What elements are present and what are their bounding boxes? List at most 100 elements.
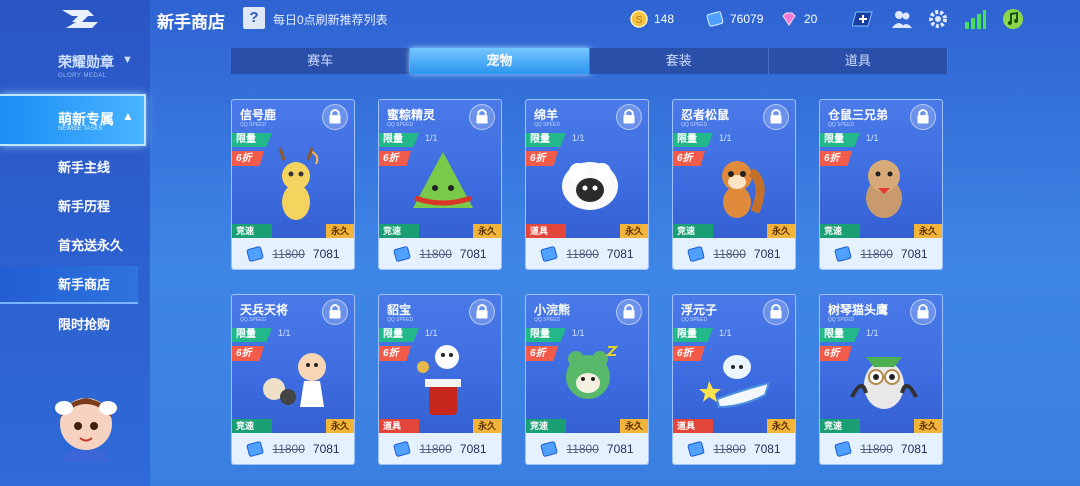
original-price: 11800 bbox=[713, 246, 746, 261]
tab-items[interactable]: 道具 bbox=[768, 48, 948, 74]
pet-card[interactable]: 信号鹿 QQ SPEED 限量 6折 竞速 永久 11800 7081 bbox=[231, 99, 355, 270]
voucher-icon bbox=[247, 440, 264, 457]
duration-tag: 永久 bbox=[767, 224, 795, 239]
preview-icon[interactable] bbox=[910, 299, 936, 325]
preview-icon[interactable] bbox=[469, 104, 495, 130]
pet-card[interactable]: 树琴猫头鹰 QQ SPEED 限量 1/1 6折 竞速 永久 11800 7081 bbox=[819, 294, 943, 465]
svg-text:S: S bbox=[636, 15, 643, 26]
chevron-up-icon: ▲ bbox=[122, 109, 134, 123]
gold-coin-counter: S 148 bbox=[630, 10, 674, 28]
tab-outfits[interactable]: 套装 bbox=[589, 48, 769, 74]
preview-icon[interactable] bbox=[763, 104, 789, 130]
help-button[interactable]: ? bbox=[243, 7, 265, 29]
pet-card[interactable]: 天兵天将 QQ SPEED 限量 1/1 6折 竞速 永久 11800 7081 bbox=[231, 294, 355, 465]
duration-tag: 永久 bbox=[914, 419, 942, 434]
price-bar[interactable]: 11800 7081 bbox=[673, 433, 795, 464]
original-price: 11800 bbox=[272, 441, 305, 456]
duration-tag: 永久 bbox=[326, 419, 354, 434]
sale-price: 7081 bbox=[900, 441, 928, 456]
preview-icon[interactable] bbox=[616, 104, 642, 130]
price-bar[interactable]: 11800 7081 bbox=[673, 238, 795, 269]
preview-icon[interactable] bbox=[910, 104, 936, 130]
pet-card[interactable]: 蜜粽精灵 QQ SPEED 限量 1/1 6折 竞速 永久 11800 7081 bbox=[378, 99, 502, 270]
pet-image bbox=[562, 162, 618, 210]
pet-card[interactable]: 貂宝 QQ SPEED 限量 1/1 6折 道具 永久 11800 7081 bbox=[378, 294, 502, 465]
preview-icon[interactable] bbox=[616, 299, 642, 325]
tab-cars[interactable]: 赛车 bbox=[231, 48, 411, 74]
price-bar[interactable]: 11800 7081 bbox=[526, 238, 648, 269]
pet-type-tag: 竞速 bbox=[820, 419, 860, 434]
sale-price: 7081 bbox=[312, 441, 340, 456]
gear-icon[interactable] bbox=[927, 8, 949, 30]
sidebar-item-label: 新手主线 bbox=[58, 160, 111, 175]
sidebar-item-first-charge[interactable]: 首充送永久 bbox=[0, 227, 138, 265]
brand-sub: QQ SPEED bbox=[534, 122, 561, 128]
price-bar[interactable]: 11800 7081 bbox=[232, 433, 354, 464]
brand-sub: QQ SPEED bbox=[534, 317, 561, 323]
glory-medal-menu[interactable]: 荣耀勋章 GLORY MEDAL ▼ bbox=[58, 52, 138, 79]
price-bar[interactable]: 11800 7081 bbox=[526, 433, 648, 464]
sidebar: 荣耀勋章 GLORY MEDAL ▼ 萌新专属 NEWBIE TASKS ▲ 新… bbox=[0, 0, 150, 486]
sale-price: 7081 bbox=[606, 441, 634, 456]
sidebar-item-newbie-shop[interactable]: 新手商店 bbox=[0, 266, 138, 304]
price-bar[interactable]: 11800 7081 bbox=[820, 238, 942, 269]
mascot-avatar[interactable] bbox=[48, 388, 124, 464]
voucher-counter: 76079 bbox=[706, 10, 763, 28]
pet-name: 树琴猫头鹰 bbox=[828, 303, 889, 317]
pet-name: 绵羊 bbox=[534, 108, 559, 122]
music-icon[interactable] bbox=[1002, 8, 1024, 30]
brand-sub: QQ SPEED bbox=[387, 317, 414, 323]
pet-name: 貂宝 bbox=[387, 303, 412, 317]
brand-sub: QQ SPEED bbox=[828, 122, 855, 128]
voucher-icon bbox=[688, 440, 705, 457]
voucher-icon bbox=[394, 440, 411, 457]
sale-price: 7081 bbox=[753, 441, 781, 456]
preview-icon[interactable] bbox=[469, 299, 495, 325]
pet-card[interactable]: 忍者松鼠 QQ SPEED 限量 1/1 6折 竞速 永久 11800 7081 bbox=[672, 99, 796, 270]
signal-icon bbox=[965, 10, 986, 29]
pet-name: 信号鹿 bbox=[240, 108, 277, 122]
preview-icon[interactable] bbox=[763, 299, 789, 325]
sidebar-item-label: 限时抢购 bbox=[58, 317, 111, 332]
price-bar[interactable]: 11800 7081 bbox=[379, 433, 501, 464]
sidebar-item-journey[interactable]: 新手历程 bbox=[0, 188, 138, 226]
friends-icon[interactable] bbox=[891, 8, 913, 30]
sidebar-item-main-quest[interactable]: 新手主线 bbox=[0, 149, 138, 187]
newbie-group-sub: NEWBIE TASKS bbox=[58, 126, 103, 132]
pet-image bbox=[722, 161, 765, 218]
preview-icon[interactable] bbox=[322, 104, 348, 130]
pet-type-tag: 竞速 bbox=[232, 224, 272, 239]
preview-icon[interactable] bbox=[322, 299, 348, 325]
pet-type-tag: 道具 bbox=[526, 224, 566, 239]
pet-image bbox=[263, 353, 326, 407]
pet-image bbox=[278, 147, 319, 220]
tab-pets[interactable]: 宠物 bbox=[410, 48, 590, 74]
pet-name: 浮元子 bbox=[681, 303, 718, 317]
pet-type-tag: 竞速 bbox=[232, 419, 272, 434]
sidebar-item-flash-sale[interactable]: 限时抢购 bbox=[0, 306, 138, 344]
brand-sub: QQ SPEED bbox=[387, 122, 414, 128]
sidebar-item-label: 新手历程 bbox=[58, 199, 111, 214]
voucher-icon bbox=[394, 245, 411, 262]
pet-name: 忍者松鼠 bbox=[681, 108, 730, 122]
pet-type-tag: 竞速 bbox=[673, 224, 713, 239]
add-currency-icon[interactable] bbox=[852, 8, 874, 30]
pet-card[interactable]: 小浣熊 QQ SPEED 限量 1/1 6折 竞速 永久 11800 7081 bbox=[525, 294, 649, 465]
duration-tag: 永久 bbox=[914, 224, 942, 239]
newbie-group-menu[interactable]: 萌新专属 NEWBIE TASKS ▲ bbox=[0, 94, 146, 146]
voucher-value: 76079 bbox=[730, 12, 764, 26]
gold-coin-icon: S bbox=[630, 10, 648, 28]
pet-card[interactable]: 绵羊 QQ SPEED 限量 1/1 6折 道具 永久 11800 7081 bbox=[525, 99, 649, 270]
diamond-icon bbox=[782, 12, 796, 26]
pet-card[interactable]: 仓鼠三兄弟 QQ SPEED 限量 1/1 6折 竞速 永久 11800 7081 bbox=[819, 99, 943, 270]
pet-card[interactable]: 浮元子 QQ SPEED 限量 1/1 6折 道具 永久 11800 7081 bbox=[672, 294, 796, 465]
pet-image bbox=[866, 160, 902, 218]
price-bar[interactable]: 11800 7081 bbox=[379, 238, 501, 269]
price-bar[interactable]: 11800 7081 bbox=[232, 238, 354, 269]
voucher-icon bbox=[835, 245, 852, 262]
duration-tag: 永久 bbox=[620, 224, 648, 239]
voucher-icon bbox=[541, 440, 558, 457]
price-bar[interactable]: 11800 7081 bbox=[820, 433, 942, 464]
brand-sub: QQ SPEED bbox=[681, 317, 708, 323]
pet-type-tag: 竞速 bbox=[526, 419, 566, 434]
